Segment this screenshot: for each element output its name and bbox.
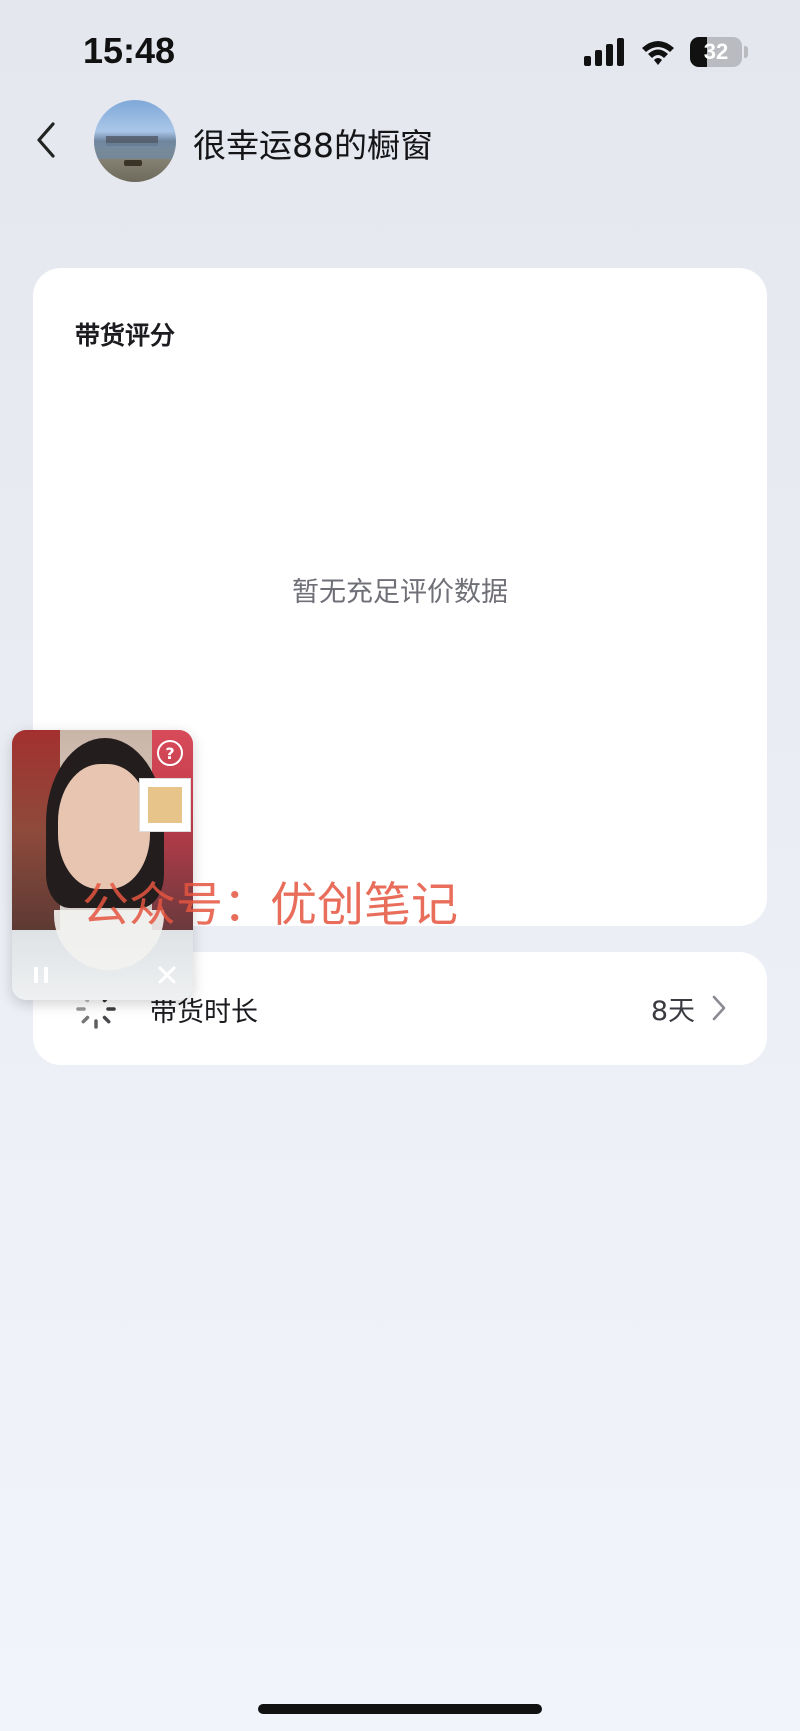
duration-value: 8天 (650, 996, 695, 1027)
battery-tip (744, 46, 748, 58)
floating-video-player[interactable]: ? (12, 730, 193, 1000)
pause-icon[interactable] (30, 964, 52, 986)
avatar[interactable] (94, 100, 176, 182)
help-icon[interactable]: ? (157, 740, 183, 766)
nav-bar: 很幸运88的橱窗 (0, 95, 800, 190)
close-icon[interactable] (156, 964, 178, 986)
score-card-title: 带货评分 (75, 321, 176, 350)
back-button[interactable] (28, 115, 64, 165)
product-thumbnail[interactable] (139, 778, 191, 832)
battery-icon: 32 (690, 37, 742, 67)
empty-state-message: 暂无充足评价数据 (292, 577, 508, 608)
page-title: 很幸运88的橱窗 (193, 126, 433, 165)
home-indicator[interactable] (258, 1704, 542, 1714)
chevron-left-icon (37, 122, 55, 158)
status-time: 15:48 (83, 30, 176, 71)
watermark: 公众号：优创笔记 (82, 878, 458, 933)
chevron-right-icon (712, 995, 726, 1021)
cellular-signal-icon (584, 38, 624, 66)
battery-level: 32 (703, 39, 729, 64)
wifi-icon (642, 41, 674, 65)
status-bar: 15:48 32 (0, 0, 800, 100)
